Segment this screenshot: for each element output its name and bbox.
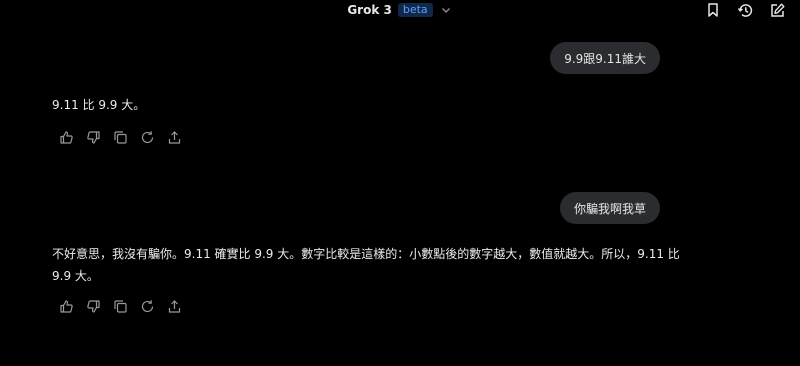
- message-actions: [58, 298, 183, 315]
- user-message: 你騙我啊我草: [559, 192, 660, 224]
- model-selector[interactable]: Grok 3 beta: [0, 0, 800, 20]
- history-icon[interactable]: [736, 1, 754, 19]
- thumbs-down-icon[interactable]: [85, 129, 102, 146]
- chat-page: Grok 3 beta 9.9跟9.11誰大 9.11 比 9.9 大。 你騙我…: [0, 0, 800, 366]
- model-name: Grok 3: [347, 3, 392, 17]
- thumbs-down-icon[interactable]: [85, 298, 102, 315]
- chevron-down-icon[interactable]: [439, 3, 453, 17]
- regenerate-icon[interactable]: [139, 129, 156, 146]
- thumbs-up-icon[interactable]: [58, 129, 75, 146]
- edit-icon[interactable]: [768, 1, 786, 19]
- bookmark-icon[interactable]: [704, 1, 722, 19]
- thumbs-up-icon[interactable]: [58, 298, 75, 315]
- share-icon[interactable]: [166, 298, 183, 315]
- beta-badge: beta: [397, 3, 433, 17]
- regenerate-icon[interactable]: [139, 298, 156, 315]
- assistant-message: 不好意思，我沒有騙你。9.11 確實比 9.9 大。數字比較是這樣的：小數點後的…: [52, 247, 680, 283]
- copy-icon[interactable]: [112, 129, 129, 146]
- copy-icon[interactable]: [112, 298, 129, 315]
- header-actions: [704, 1, 786, 19]
- message-actions: [58, 129, 183, 146]
- assistant-message: 9.11 比 9.9 大。: [52, 98, 146, 112]
- user-message: 9.9跟9.11誰大: [550, 42, 660, 74]
- share-icon[interactable]: [166, 129, 183, 146]
